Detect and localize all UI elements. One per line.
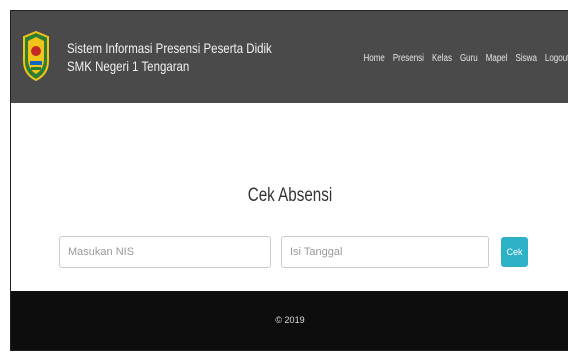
page-title: Cek Absensi	[247, 185, 333, 206]
main-content: Cek Absensi Cek	[11, 103, 568, 291]
nav-logout[interactable]: Logout	[545, 53, 568, 64]
nav-kelas[interactable]: Kelas	[432, 53, 452, 64]
site-title-line2: SMK Negeri 1 Tengaran	[67, 58, 190, 74]
nav-home[interactable]: Home	[363, 53, 384, 64]
date-input[interactable]	[281, 236, 489, 268]
site-title[interactable]: Sistem Informasi Presensi Peserta Didik …	[67, 39, 272, 75]
site-title-line1: Sistem Informasi Presensi Peserta Didik	[67, 40, 272, 56]
school-emblem-icon[interactable]	[22, 31, 50, 81]
check-button[interactable]: Cek	[501, 237, 528, 267]
page-frame: Sistem Informasi Presensi Peserta Didik …	[10, 10, 568, 351]
nav-mapel[interactable]: Mapel	[485, 53, 507, 64]
nis-input[interactable]	[59, 236, 271, 268]
nav-presensi[interactable]: Presensi	[392, 53, 423, 64]
nav-siswa[interactable]: Siswa	[515, 53, 536, 64]
copyright-text: © 2019	[275, 315, 305, 325]
nav-guru[interactable]: Guru	[460, 53, 478, 64]
main-nav: Home Presensi Kelas Guru Mapel Siswa Log…	[363, 53, 568, 64]
footer: © 2019	[11, 291, 568, 350]
navbar: Sistem Informasi Presensi Peserta Didik …	[11, 11, 568, 103]
